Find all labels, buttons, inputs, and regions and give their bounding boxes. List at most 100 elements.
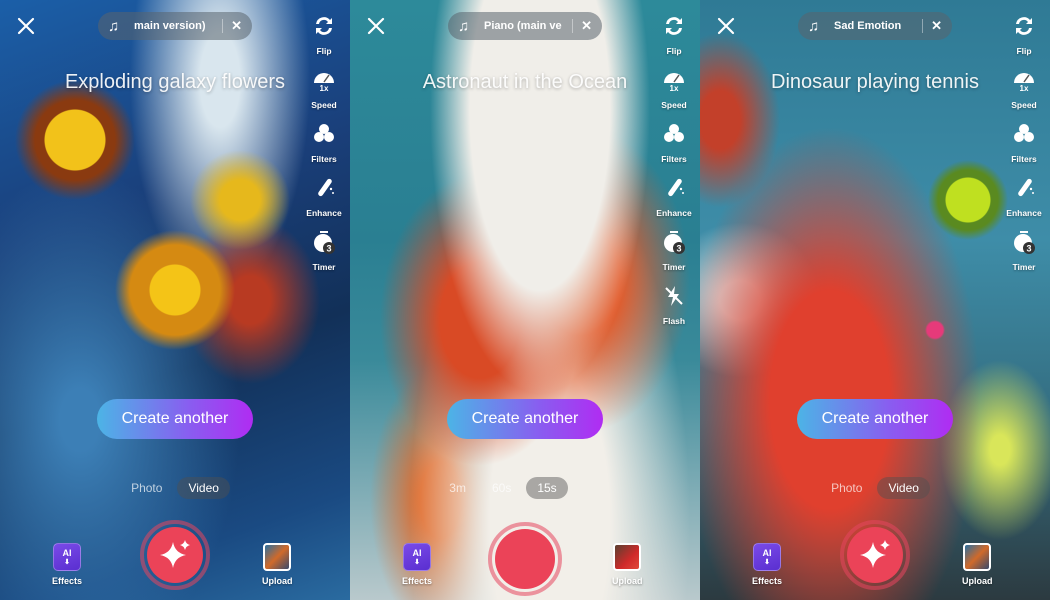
tool-flip[interactable]: Flip <box>312 14 336 68</box>
camera-tools: Flip 1x Speed Filters Enhance 3 Timer Flash <box>656 14 692 338</box>
flip-camera-icon <box>1012 14 1036 43</box>
svg-text:3: 3 <box>676 244 681 254</box>
remove-music-button[interactable]: ✕ <box>931 18 942 34</box>
camera-tools: Flip 1x Speed Filters Enhance 3 Timer <box>306 14 342 284</box>
enhance-wand-icon <box>1012 176 1036 205</box>
tool-speed[interactable]: 1x Speed <box>661 68 687 122</box>
tool-label: Filters <box>1011 154 1037 164</box>
close-button[interactable] <box>714 14 738 38</box>
mode-video[interactable]: Video <box>177 477 230 499</box>
music-selector[interactable]: ♫ Piano (main ve ✕ <box>448 12 602 40</box>
tool-label: Filters <box>311 154 337 164</box>
record-core <box>495 529 555 589</box>
svg-text:1x: 1x <box>320 84 329 92</box>
create-another-button[interactable]: Create another <box>447 399 603 439</box>
tool-label: Filters <box>661 154 687 164</box>
close-icon <box>17 17 35 35</box>
effects-label: Effects <box>402 576 433 586</box>
svg-text:1x: 1x <box>1020 84 1029 92</box>
mode-3m[interactable]: 3m <box>438 477 477 499</box>
capture-mode-selector: 3m 60s 15s <box>350 477 678 499</box>
music-track-name: Piano (main ve <box>484 20 562 32</box>
timer-icon: 3 <box>312 230 336 259</box>
svg-text:3: 3 <box>326 244 331 254</box>
tool-label: Enhance <box>656 208 692 218</box>
timer-icon: 3 <box>1012 230 1036 259</box>
tool-timer[interactable]: 3 Timer <box>1012 230 1036 284</box>
tool-label: Flash <box>662 316 686 326</box>
speed-gauge-icon: 1x <box>312 68 336 97</box>
create-another-button[interactable]: Create another <box>97 399 253 439</box>
music-note-icon: ♫ <box>108 17 120 35</box>
music-note-icon: ♫ <box>808 17 820 35</box>
effects-button[interactable]: AI ⬇ Effects <box>402 543 432 586</box>
svg-text:1x: 1x <box>670 84 679 92</box>
remove-music-button[interactable]: ✕ <box>231 18 242 34</box>
gallery-thumbnail <box>263 543 292 571</box>
tool-flash[interactable]: Flash <box>662 284 686 338</box>
gallery-thumbnail <box>963 543 992 571</box>
flip-camera-icon <box>662 14 686 43</box>
ai-effects-icon: AI ⬇ <box>403 543 431 571</box>
record-core <box>147 527 203 583</box>
record-button[interactable] <box>840 520 910 590</box>
create-another-button[interactable]: Create another <box>797 399 953 439</box>
tool-label: Speed <box>661 100 687 110</box>
effects-button[interactable]: AI ⬇ Effects <box>52 543 82 586</box>
effects-button[interactable]: AI ⬇ Effects <box>752 543 782 586</box>
close-button[interactable] <box>364 14 388 38</box>
flash-off-icon <box>662 284 686 313</box>
enhance-wand-icon <box>662 176 686 205</box>
tool-label: Speed <box>311 100 337 110</box>
tool-enhance[interactable]: Enhance <box>1006 176 1042 230</box>
enhance-wand-icon <box>312 176 336 205</box>
prompt-text: Dinosaur playing tennis <box>771 71 979 93</box>
tool-speed[interactable]: 1x Speed <box>311 68 337 122</box>
tool-label: Enhance <box>1006 208 1042 218</box>
tool-filters[interactable]: Filters <box>1011 122 1037 176</box>
music-track-name: Sad Emotion <box>834 20 902 32</box>
filters-icon <box>312 122 336 151</box>
tool-filters[interactable]: Filters <box>661 122 687 176</box>
upload-button[interactable]: Upload <box>962 543 993 586</box>
timer-icon: 3 <box>662 230 686 259</box>
tool-enhance[interactable]: Enhance <box>306 176 342 230</box>
upload-button[interactable]: Upload <box>262 543 293 586</box>
record-button[interactable] <box>488 522 562 596</box>
tool-label: Timer <box>1012 262 1036 272</box>
tool-flip[interactable]: Flip <box>662 14 686 68</box>
upload-label: Upload <box>612 576 643 586</box>
remove-music-button[interactable]: ✕ <box>581 18 592 34</box>
camera-screen-1: ♫ main version) ✕ Exploding galaxy flowe… <box>0 0 350 600</box>
tool-label: Flip <box>666 46 682 56</box>
tool-speed[interactable]: 1x Speed <box>1011 68 1037 122</box>
prompt-text: Exploding galaxy flowers <box>64 71 286 93</box>
mode-photo[interactable]: Photo <box>120 477 173 499</box>
tool-timer[interactable]: 3 Timer <box>312 230 336 284</box>
tool-flip[interactable]: Flip <box>1012 14 1036 68</box>
tool-timer[interactable]: 3 Timer <box>662 230 686 284</box>
tool-enhance[interactable]: Enhance <box>656 176 692 230</box>
screens-row: ♫ main version) ✕ Exploding galaxy flowe… <box>0 0 1050 600</box>
music-selector[interactable]: ♫ Sad Emotion ✕ <box>798 12 952 40</box>
sparkle-icon <box>860 540 890 568</box>
filters-icon <box>662 122 686 151</box>
tool-label: Timer <box>312 262 336 272</box>
mode-video[interactable]: Video <box>877 477 930 499</box>
close-button[interactable] <box>14 14 38 38</box>
upload-button[interactable]: Upload <box>612 543 643 586</box>
speed-gauge-icon: 1x <box>662 68 686 97</box>
mode-photo[interactable]: Photo <box>820 477 873 499</box>
mode-60s[interactable]: 60s <box>481 477 522 499</box>
record-button[interactable] <box>140 520 210 590</box>
camera-tools: Flip 1x Speed Filters Enhance 3 Timer <box>1006 14 1042 284</box>
gallery-thumbnail <box>613 543 642 571</box>
mode-15s[interactable]: 15s <box>526 477 568 499</box>
divider <box>572 19 574 33</box>
tool-filters[interactable]: Filters <box>311 122 337 176</box>
camera-screen-3: ♫ Sad Emotion ✕ Dinosaur playing tennis … <box>700 0 1050 600</box>
speed-gauge-icon: 1x <box>1012 68 1036 97</box>
music-note-icon: ♫ <box>458 17 470 35</box>
music-selector[interactable]: ♫ main version) ✕ <box>98 12 252 40</box>
tool-label: Speed <box>1011 100 1037 110</box>
